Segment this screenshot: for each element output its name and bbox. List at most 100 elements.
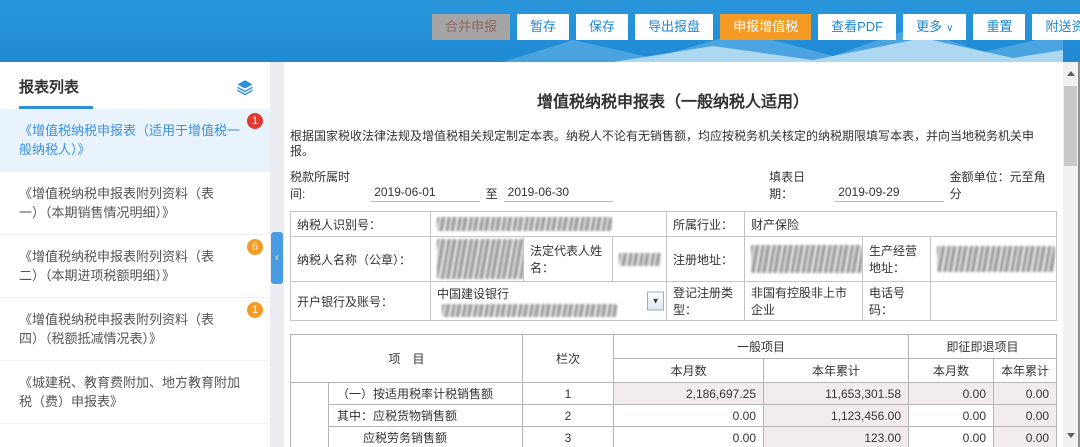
row-label-2: 其中：应税货物销售额 <box>329 405 523 427</box>
redacted-biz-addr <box>937 246 1055 272</box>
cell-row3-refund-ytd: 0.00 <box>994 427 1057 447</box>
row-column-no-2: 2 <box>523 405 614 427</box>
cell-row1-general-ytd: 11,653,301.58 <box>764 383 909 405</box>
report-list-sidebar: 报表列表 《增值税纳税申报表（适用于增值税一般纳税人）》1《增值税纳税申报表附列… <box>0 62 270 447</box>
chevron-down-icon: ▼ <box>652 297 660 306</box>
cell-row2-refund-ytd: 0.00 <box>994 405 1057 427</box>
reset-button[interactable]: 重置 <box>973 14 1025 40</box>
chevron-left-icon: ‹ <box>275 252 279 264</box>
cell-row1-refund-month: 0.00 <box>909 383 994 405</box>
temp-save-button[interactable]: 暂存 <box>517 14 569 40</box>
header-refund-month: 本月数 <box>909 359 994 383</box>
period-label: 税款所属时间: <box>290 168 364 202</box>
layers-icon[interactable] <box>236 78 254 96</box>
taxpayer-id-value <box>431 212 667 237</box>
attachments-button[interactable]: 附送资料 <box>1032 14 1080 40</box>
cell-row3-general-ytd: 123.00 <box>764 427 909 447</box>
header-general-ytd: 本年累计 <box>764 359 909 383</box>
cell-row2-refund-month[interactable]: 0.00 <box>909 405 994 427</box>
declare-vat-button[interactable]: 申报增值税 <box>720 14 811 40</box>
section-label-sales: 销售额 <box>291 383 329 447</box>
save-button[interactable]: 保存 <box>576 14 628 40</box>
industry-value: 财产保险 <box>745 212 1057 237</box>
cell-row3-general-month[interactable]: 0.00 <box>614 427 764 447</box>
header-general-month: 本月数 <box>614 359 764 383</box>
row-label-1: （一）按适用税率计税销售额 <box>329 383 523 405</box>
bank-value[interactable]: 中国建设银行 ▼ <box>431 282 667 321</box>
header-column-no: 栏次 <box>523 335 614 383</box>
fill-date-field[interactable]: 2019-09-29 <box>834 185 943 202</box>
period-start-field[interactable]: 2019-06-01 <box>370 185 479 202</box>
biz-addr-label: 生产经营地址： <box>863 237 931 282</box>
view-pdf-button[interactable]: 查看PDF <box>818 14 896 40</box>
sidebar-collapse-handle[interactable]: ‹ <box>271 232 283 284</box>
amount-unit-label: 金额单位：元至角分 <box>950 168 1056 202</box>
chevron-down-icon: ∨ <box>946 23 953 34</box>
scrollbar-thumb[interactable] <box>1064 86 1077 166</box>
sidebar-title: 报表列表 <box>19 76 93 109</box>
bank-label: 开户银行及账号： <box>291 282 431 321</box>
period-end-field[interactable]: 2019-06-30 <box>504 185 613 202</box>
sidebar-item-1[interactable]: 《增值税纳税申报表（适用于增值税一般纳税人）》 1 <box>0 109 270 172</box>
page-title: 增值税纳税申报表（一般纳税人适用） <box>290 88 1056 112</box>
cell-row1-general-month: 2,186,697.25 <box>614 383 764 405</box>
reg-type-value: 非国有控股非上市企业 <box>745 282 863 321</box>
redacted-bank-account <box>442 304 617 317</box>
vertical-scrollbar[interactable] <box>1063 62 1078 447</box>
more-button[interactable]: 更多∨ <box>903 14 966 40</box>
redacted-taxpayer-name <box>437 239 524 279</box>
row-label-3: 应税劳务销售额 <box>329 427 523 447</box>
bank-account-dropdown[interactable]: ▼ <box>647 292 664 311</box>
sidebar-item-label: 《增值税纳税申报表附列资料（表一）（本期销售情况明细）》 <box>19 186 214 220</box>
cell-row2-general-ytd: 1,123,456.00 <box>764 405 909 427</box>
sidebar-item-label: 《城建税、教育费附加、地方教育附加税（费）申报表》 <box>19 375 240 409</box>
cell-row3-refund-month[interactable]: 0.00 <box>909 427 994 447</box>
reg-addr-value <box>745 237 863 282</box>
header-general-items: 一般项目 <box>614 335 909 359</box>
date-row: 税款所属时间: 2019-06-01 至 2019-06-30 填表日期： 20… <box>290 168 1056 202</box>
taxpayer-info-table: 纳税人识别号： 所属行业： 财产保险 纳税人名称（公章）： 法定代表人姓名： 注… <box>290 211 1057 321</box>
chevron-up-icon <box>1067 71 1075 76</box>
cell-row1-refund-ytd: 0.00 <box>994 383 1057 405</box>
reg-type-label: 登记注册类型： <box>667 282 745 321</box>
merge-declare-button: 合并申报 <box>432 14 510 40</box>
legal-rep-value <box>613 237 667 282</box>
sidebar-item-label: 《增值税纳税申报表（适用于增值税一般纳税人）》 <box>19 123 240 157</box>
sidebar-item-2[interactable]: 《增值税纳税申报表附列资料（表一）（本期销售情况明细）》 <box>0 172 270 235</box>
industry-label: 所属行业： <box>667 212 745 237</box>
sidebar-item-3[interactable]: 《增值税纳税申报表附列资料（表二）（本期进项税额明细）》6 <box>0 235 270 298</box>
unfinished-count-badge: 1 <box>247 302 263 318</box>
header-refund-items: 即征即退项目 <box>909 335 1057 359</box>
chevron-down-icon <box>1067 433 1075 438</box>
phone-label: 电话号码： <box>863 282 931 321</box>
export-disk-button[interactable]: 导出报盘 <box>635 14 713 40</box>
main-panel: 增值税纳税申报表（一般纳税人适用） 根据国家税收法律法规及增值税相关规定制定本表… <box>284 62 1063 447</box>
form-notice: 根据国家税收法律法规及增值税相关规定制定本表。纳税人不论有无销售额，均应按税务机… <box>290 129 1056 159</box>
sidebar-header: 报表列表 <box>0 62 270 109</box>
header-refund-ytd: 本年累计 <box>994 359 1057 383</box>
legal-rep-label: 法定代表人姓名： <box>524 237 613 282</box>
header-item: 项 目 <box>291 335 523 383</box>
taxpayer-id-label: 纳税人识别号： <box>291 212 431 237</box>
sidebar-item-4[interactable]: 《增值税纳税申报表附列资料（表四）（税额抵减情况表）》 1 <box>0 298 270 361</box>
top-banner: 合并申报暂存保存导出报盘申报增值税查看PDF 更多∨ 重置附送资料 <box>0 0 1080 62</box>
row-column-no-1: 1 <box>523 383 614 405</box>
redacted-legal-rep <box>619 253 661 266</box>
taxpayer-name-label: 纳税人名称（公章）： <box>291 237 431 282</box>
cell-row2-general-month[interactable]: 0.00 <box>614 405 764 427</box>
taxpayer-name-value <box>431 237 524 282</box>
sidebar-item-5[interactable]: 《城建税、教育费附加、地方教育附加税（费）申报表》 <box>0 361 270 424</box>
period-to-label: 至 <box>486 185 498 202</box>
unfinished-count-badge: 6 <box>247 239 263 255</box>
row-column-no-3: 3 <box>523 427 614 447</box>
phone-value[interactable] <box>931 282 1057 321</box>
biz-addr-value <box>931 237 1057 282</box>
bank-name: 中国建设银行 <box>437 287 509 301</box>
scrollbar-up-button[interactable] <box>1063 66 1078 81</box>
sidebar-item-list: 《增值税纳税申报表（适用于增值税一般纳税人）》 1 《增值税纳税申报表附列资料（表一… <box>0 109 270 424</box>
unfinished-count-badge: 1 <box>247 113 263 129</box>
sidebar-item-label: 《增值税纳税申报表附列资料（表四）（税额抵减情况表）》 <box>19 312 214 346</box>
toolbar: 合并申报暂存保存导出报盘申报增值税查看PDF 更多∨ 重置附送资料 <box>432 14 1080 40</box>
scrollbar-down-button[interactable] <box>1063 428 1078 443</box>
reg-addr-label: 注册地址： <box>667 237 745 282</box>
